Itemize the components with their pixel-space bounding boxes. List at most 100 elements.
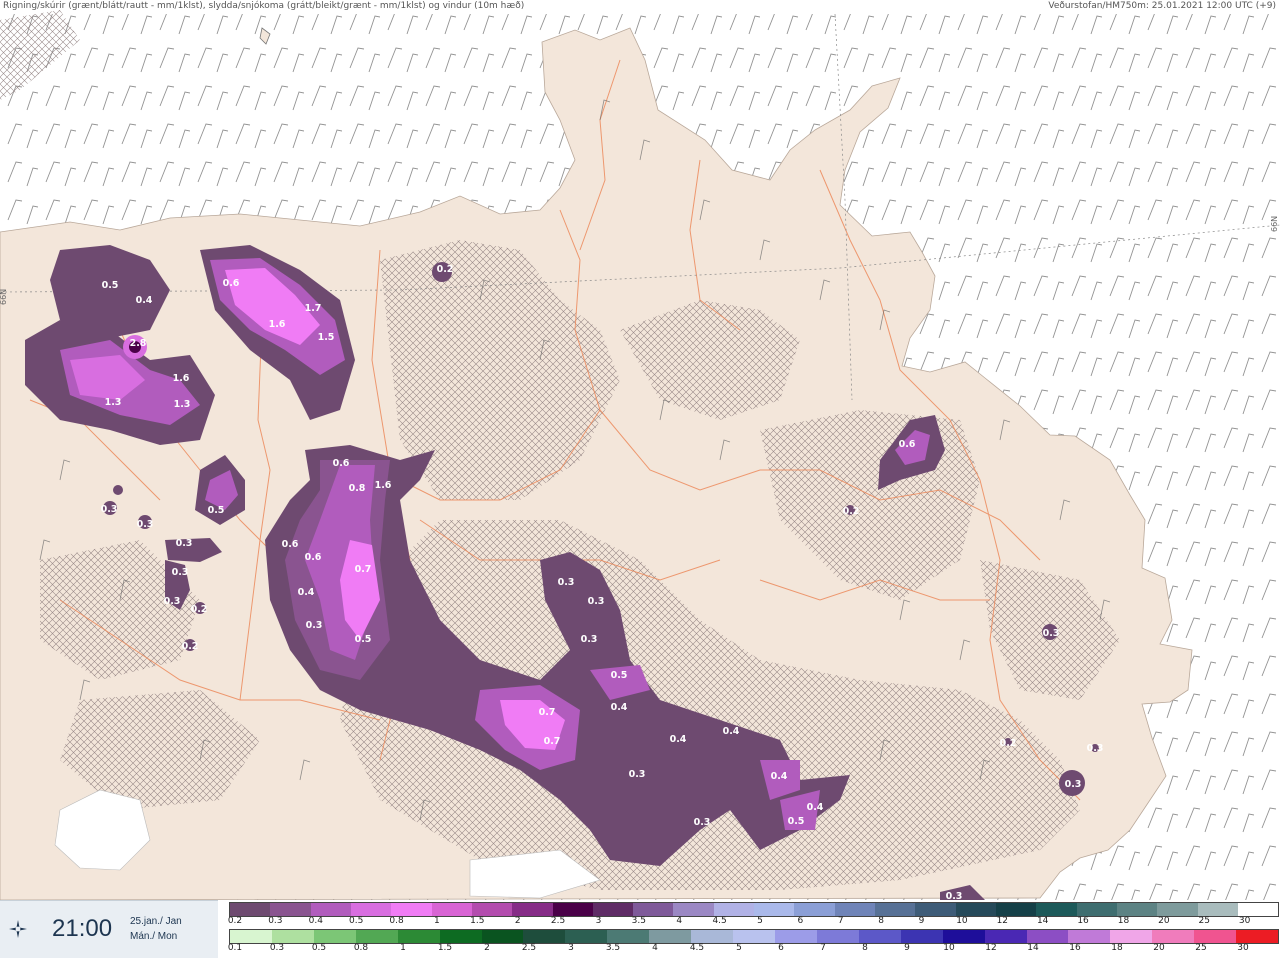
colorbar-swatch [1116,903,1158,916]
svg-text:0.3: 0.3 [1065,779,1082,790]
colorbar-tick-label: 12 [996,916,1009,926]
weather-map[interactable]: 0.5 0.4 2.8 1.6 1.3 1.3 0.6 1.7 1.6 1.5 … [0,0,1280,900]
svg-text:0.7: 0.7 [539,707,556,718]
colorbar-tick-label: 5 [757,916,763,926]
colorbar-tick-label: 30 [1237,943,1249,953]
colorbar-tick-label: 25 [1195,943,1207,953]
forecast-weekday: Mán./ Mon [130,931,178,942]
colorbar-tick-label: 6 [797,916,804,926]
colorbar-tick-label: 2 [514,916,521,926]
colorbar-tick-label: 0.8 [353,943,369,953]
svg-text:0.3: 0.3 [1087,743,1104,754]
colorbar-swatch [633,903,674,916]
colorbar-swatch [1068,930,1111,943]
colorbar-swatch [858,930,901,943]
svg-text:0.7: 0.7 [355,564,372,575]
colorbar-tick-label: 2.5 [550,916,566,926]
svg-text:0.3: 0.3 [172,567,189,578]
colorbar-swatch [523,930,566,943]
svg-text:0.2: 0.2 [437,264,454,275]
colorbar-tick-label: 3.5 [605,943,621,953]
svg-text:0.6: 0.6 [899,439,916,450]
colorbar-swatch [592,903,634,916]
colorbar-tick-label: 6 [778,943,784,953]
colorbar-swatch [230,903,271,916]
colorbar-tick-label: 2.5 [521,943,537,953]
svg-text:0.2: 0.2 [843,506,860,517]
svg-text:0.4: 0.4 [670,734,687,745]
svg-text:0.2: 0.2 [191,604,208,615]
colorbar-tick-label: 5 [736,943,742,953]
svg-text:0.4: 0.4 [771,771,788,782]
forecast-time: 21:00 [52,915,113,942]
colorbar-tick-label: 4.5 [712,916,727,926]
svg-text:2.8: 2.8 [130,338,147,349]
svg-text:0.3: 0.3 [581,634,598,645]
colorbar-swatch [875,903,916,916]
colorbar-tick-label: 10 [943,943,955,953]
svg-text:0.2: 0.2 [182,641,199,652]
colorbar-tick-label: 8 [862,943,868,953]
colorbar-swatch [350,903,392,916]
colorbar-tick-label: 8 [878,916,885,926]
colorbar-swatch [1036,903,1077,916]
svg-text:0.5: 0.5 [102,280,119,291]
colorbar-tick-label: 0.5 [348,916,364,926]
colorbar-tick-label: 0.3 [269,943,285,953]
svg-text:0.4: 0.4 [807,802,824,813]
colorbar-tick-label: 7 [837,916,844,926]
colorbar-tick-label: 1 [434,916,440,926]
colorbar-swatch [310,903,351,916]
colorbar-swatch [481,930,524,943]
colorbar-swatch [1237,903,1279,916]
colorbar-tick-label: 1.5 [437,943,453,953]
footer: 21:00 25.jan./ Jan Mán./ Mon 0.2 0.3 0.4 0.… [0,900,1280,958]
colorbar-tick-label: 12 [985,943,997,953]
colorbar-tick-label: 14 [1036,916,1049,926]
svg-text:1.3: 1.3 [174,399,191,410]
svg-text:0.3: 0.3 [164,596,181,607]
svg-text:0.3: 0.3 [946,891,963,900]
colorbar-swatch [816,930,859,943]
svg-text:0.2: 0.2 [1000,738,1017,749]
rain-colorbar [229,929,1279,944]
crosshair-star-icon [9,920,27,938]
svg-text:0.3: 0.3 [137,519,154,530]
colorbar-tick-label: 7 [820,943,826,953]
svg-text:0.7: 0.7 [544,736,561,747]
colorbar-tick-label: 20 [1158,916,1170,926]
colorbar-swatch [552,903,593,916]
colorbar-swatch [713,903,755,916]
svg-text:0.3: 0.3 [101,504,118,515]
colorbar-tick-label: 4.5 [689,943,705,953]
svg-text:0.5: 0.5 [208,505,225,516]
colorbar-tick-label: 25 [1198,916,1210,926]
colorbar-swatch [355,930,398,943]
colorbar-tick-label: 4 [676,916,683,926]
colorbar-tick-label: 10 [956,916,968,926]
colorbar-tick-label: 4 [652,943,658,953]
colorbar-tick-label: 3.5 [631,916,647,926]
colorbar-tick-label: 0.3 [268,916,283,926]
svg-text:0.6: 0.6 [282,539,299,550]
colorbar-tick-label: 14 [1027,943,1039,953]
colorbar-tick-label: 0.1 [227,943,243,953]
colorbar-swatch [691,930,734,943]
colorbar-swatch [1236,930,1279,943]
colorbar-tick-label: 0.2 [227,916,243,926]
colorbar-swatch [471,903,513,916]
svg-text:0.5: 0.5 [355,634,372,645]
colorbar-swatch [1076,903,1117,916]
colorbar-tick-label: 1.5 [470,916,485,926]
colorbar-swatch [607,930,650,943]
svg-text:0.6: 0.6 [305,552,322,563]
colorbar-tick-label: 30 [1238,916,1251,926]
colorbar-swatch [397,930,440,943]
colorbar-tick-label: 1 [400,943,406,953]
colorbar-swatch [1194,930,1237,943]
svg-text:1.5: 1.5 [318,332,335,343]
colorbar-swatch [313,930,356,943]
svg-text:0.3: 0.3 [1043,628,1060,639]
svg-text:1.3: 1.3 [105,397,122,408]
svg-text:0.4: 0.4 [611,702,628,713]
